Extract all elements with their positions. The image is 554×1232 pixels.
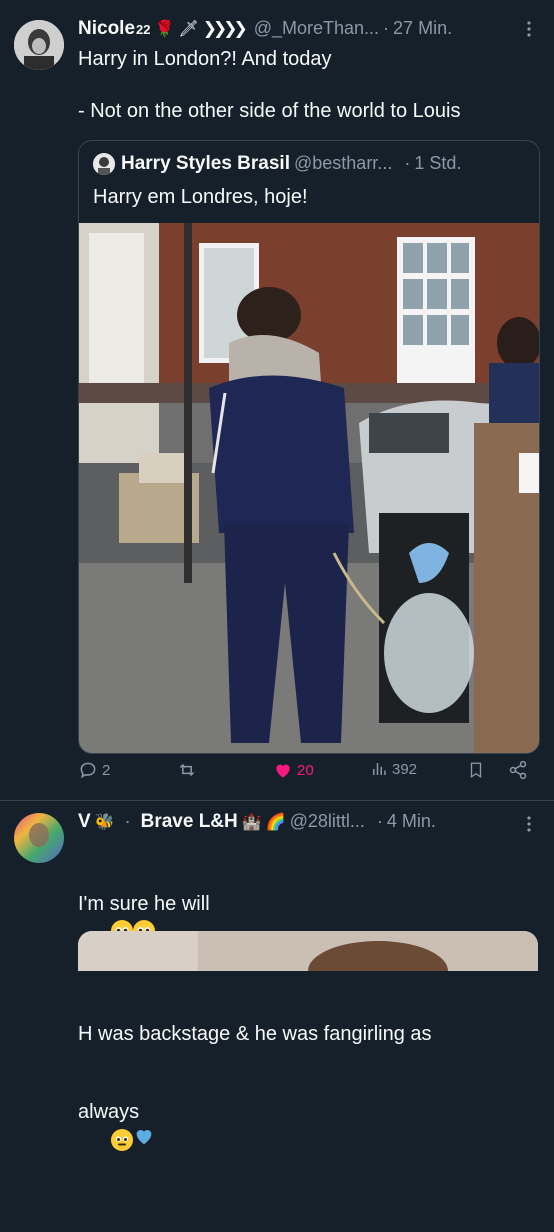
bookmark-button[interactable] [467, 760, 485, 780]
separator: · [404, 153, 411, 173]
quote-display-name[interactable]: Harry Styles Brasil [121, 153, 290, 175]
views-icon [373, 763, 386, 775]
display-name[interactable]: Nicole [78, 18, 135, 40]
like-count: 20 [297, 761, 314, 779]
tweet-media[interactable] [78, 931, 538, 971]
timestamp[interactable]: 27 Min. [393, 18, 452, 39]
tweet-text-line: H was backstage & he was fangirling as [78, 1023, 432, 1045]
share-icon [509, 760, 527, 780]
rose-emoji-icon: 🌹 [154, 21, 175, 38]
repost-button[interactable] [176, 760, 202, 780]
views-button[interactable]: 392 [370, 760, 417, 778]
tweet-actions: 2 20 392 [78, 760, 538, 790]
timestamp[interactable]: 4 Min. [387, 811, 436, 832]
display-name[interactable]: V [78, 811, 91, 833]
separator: · [383, 18, 390, 38]
more-dots-icon[interactable] [526, 20, 532, 43]
display-name-superscript: 22 [136, 22, 151, 37]
quoted-tweet[interactable]: Harry Styles Brasil @bestharr... · 1 Std… [78, 140, 540, 754]
separator: · [376, 811, 383, 831]
like-button[interactable]: 20 [273, 760, 314, 780]
tweet[interactable]: V 🐝 · Brave L&H 🏰 🌈 @28littl... · 4 Min.… [0, 801, 554, 1151]
handle[interactable]: @_MoreThan... [254, 18, 379, 39]
avatar[interactable] [14, 813, 64, 863]
tweet[interactable]: Nicole 22 🌹 🗡 ❯❯❯❯ @_MoreThan... · 27 Min… [0, 0, 554, 800]
dagger-emoji-icon: 🗡 [178, 21, 199, 38]
tweet-text-line: I'm sure he will [78, 893, 210, 915]
quote-text: Harry em Londres, hoje! [93, 186, 308, 208]
reply-count: 2 [102, 761, 111, 779]
bookmark-icon [470, 762, 482, 779]
chevrons-icon: ❯❯❯❯ [202, 19, 248, 38]
quote-avatar[interactable] [93, 153, 115, 175]
quote-handle[interactable]: @bestharr... [294, 153, 392, 174]
rainbow-emoji-icon: 🌈 [265, 814, 286, 831]
handle[interactable]: @28littl... [290, 811, 365, 832]
more-dots-icon[interactable] [526, 815, 532, 838]
heart-icon [276, 764, 290, 778]
share-button[interactable] [508, 760, 528, 780]
blue-heart-emoji-icon [133, 1125, 155, 1154]
separator-dot: · [124, 811, 131, 831]
bee-emoji-icon: 🐝 [94, 814, 115, 831]
avatar[interactable] [14, 20, 64, 70]
tweet-text: Harry in London?! And today - Not on the… [78, 48, 461, 122]
repost-icon [179, 763, 195, 777]
castle-emoji-icon: 🏰 [241, 814, 262, 831]
reply-button[interactable]: 2 [78, 760, 110, 780]
quote-photo[interactable] [79, 223, 539, 753]
tweet-text-line: always [78, 1101, 140, 1123]
face-emoji-icon [111, 1128, 134, 1151]
view-count: 392 [392, 760, 418, 778]
quote-timestamp[interactable]: 1 Std. [414, 153, 461, 174]
display-name-secondary[interactable]: Brave L&H [141, 811, 238, 833]
reply-icon [80, 762, 96, 779]
